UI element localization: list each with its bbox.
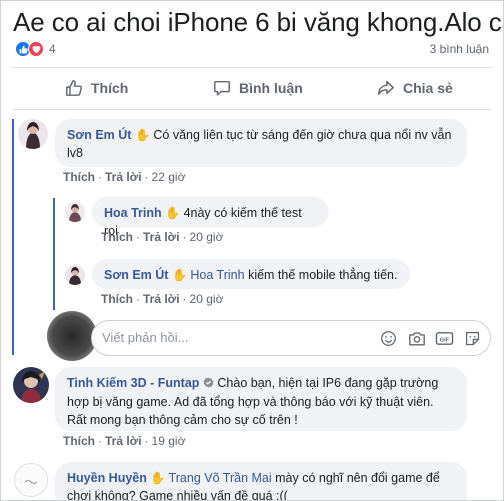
comment-reply-link[interactable]: Trả lời: [105, 434, 142, 448]
comment-icon: [214, 80, 230, 96]
reply-time[interactable]: 20 giờ: [190, 230, 224, 244]
wave-icon: ✋: [150, 471, 166, 485]
reply-reply-link[interactable]: Trả lời: [143, 230, 180, 244]
reaction-count: 4: [49, 42, 56, 56]
wave-icon: ✋: [165, 206, 181, 220]
comment-time[interactable]: 19 giờ: [152, 434, 186, 448]
avatar[interactable]: [13, 367, 49, 403]
post-container: Ae co ai choi iPhone 6 bi văng khong.Alo…: [0, 0, 504, 501]
reply-tools: GIF: [379, 329, 482, 348]
reply-meta: Thích · Trả lời · 20 giờ: [101, 230, 224, 244]
reply-input[interactable]: Viết phản hồi... GIF: [91, 320, 491, 356]
reply-meta: Thích · Trả lời · 20 giờ: [101, 292, 224, 306]
wave-icon: ✋: [134, 128, 150, 142]
love-reaction-icon: [28, 41, 44, 57]
comment-bubble: Huyền Huyền ✋ Trang Võ Trần Mai mày có n…: [55, 462, 467, 500]
comment-reply-link[interactable]: Trả lời: [105, 170, 142, 184]
avatar[interactable]: [14, 463, 48, 497]
share-icon: [378, 80, 394, 96]
avatar[interactable]: [65, 202, 85, 222]
like-button[interactable]: Thích: [65, 79, 128, 97]
reply-thread-indicator: [53, 198, 55, 310]
current-user-avatar: [47, 311, 97, 361]
reactions-summary[interactable]: 4: [15, 41, 56, 57]
comment-author[interactable]: Tinh Kiếm 3D - Funtap: [67, 376, 199, 390]
gif-icon[interactable]: GIF: [435, 329, 454, 348]
wave-icon: ✋: [171, 268, 187, 282]
comment-bubble: Tinh Kiếm 3D - Funtap Chào bạn, hiện tại…: [55, 367, 467, 431]
share-button[interactable]: Chia sẻ: [377, 79, 453, 97]
divider: [13, 67, 491, 68]
reply-like-link[interactable]: Thích: [101, 230, 133, 244]
reply-text: kiếm thế mobile thẳng tiến.: [248, 268, 398, 282]
avatar[interactable]: [18, 119, 48, 149]
reply-bubble: Sơn Em Út ✋ Hoa Trinh kiếm thế mobile th…: [92, 259, 410, 289]
reply-author[interactable]: Hoa Trinh: [104, 206, 162, 220]
comment-like-link[interactable]: Thích: [63, 434, 95, 448]
comment-button[interactable]: Bình luận: [213, 79, 303, 97]
sticker-icon[interactable]: [463, 329, 482, 348]
comment-label: Bình luận: [239, 80, 303, 96]
reply-placeholder: Viết phản hồi...: [102, 330, 189, 345]
comment-meta: Thích · Trả lời · 19 giờ: [63, 434, 186, 448]
divider: [13, 109, 491, 110]
comment-like-link[interactable]: Thích: [63, 170, 95, 184]
share-label: Chia sẻ: [403, 80, 453, 96]
reply-time[interactable]: 20 giờ: [190, 292, 224, 306]
thumbs-up-icon: [66, 80, 82, 96]
verified-icon: [203, 375, 214, 393]
post-title: Ae co ai choi iPhone 6 bi văng khong.Alo…: [13, 7, 504, 37]
reply-author[interactable]: Sơn Em Út: [104, 268, 168, 282]
avatar[interactable]: [65, 265, 85, 285]
svg-text:GIF: GIF: [440, 337, 450, 343]
reply-bubble: Hoa Trinh ✋ 4này có kiếm thế test roi: [92, 197, 329, 238]
emoji-icon[interactable]: [379, 329, 398, 348]
comment-bubble: Sơn Em Út ✋ Có văng liên tục từ sáng đến…: [55, 119, 467, 167]
comment-author[interactable]: Huyền Huyền: [67, 471, 147, 485]
comment-count-link[interactable]: 3 bình luận: [430, 42, 489, 56]
camera-icon[interactable]: [407, 329, 426, 348]
comment-author[interactable]: Sơn Em Út: [67, 128, 131, 142]
reply-like-link[interactable]: Thích: [101, 292, 133, 306]
mention-tag[interactable]: Hoa Trinh: [190, 268, 244, 282]
like-label: Thích: [91, 80, 129, 96]
reply-reply-link[interactable]: Trả lời: [143, 292, 180, 306]
comment-meta: Thích · Trả lời · 22 giờ: [63, 170, 186, 184]
comment-time[interactable]: 22 giờ: [152, 170, 186, 184]
mention-tag[interactable]: Trang Võ Trần Mai: [169, 471, 272, 485]
thread-indicator: [12, 119, 14, 355]
